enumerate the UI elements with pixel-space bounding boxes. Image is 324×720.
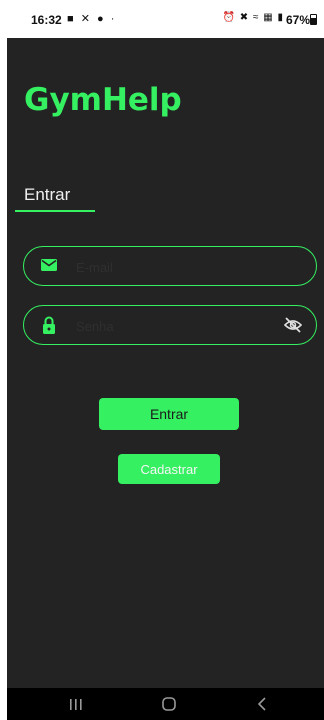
- signal-icon: ▮: [277, 12, 284, 23]
- home-icon[interactable]: [162, 697, 176, 711]
- alarm-icon: ⏰: [222, 12, 237, 23]
- tab-entrar[interactable]: Entrar: [24, 185, 70, 205]
- dot-icon: ·: [110, 13, 117, 25]
- notification-icon: ●: [97, 13, 106, 25]
- missed-call-icon: ✕: [80, 13, 92, 25]
- status-notification-icons: ■ ✕ ● ·: [67, 12, 116, 25]
- password-field[interactable]: [23, 305, 317, 345]
- system-nav-bar: [7, 688, 324, 720]
- password-input[interactable]: [74, 315, 268, 337]
- back-icon[interactable]: [257, 697, 267, 711]
- battery-level: 67%: [285, 13, 310, 27]
- mute-icon: ✖: [239, 12, 250, 23]
- app-title: GymHelp: [24, 82, 182, 118]
- recents-icon[interactable]: [69, 699, 83, 710]
- app-screen: 16:32 ■ ✕ ● · ⏰ ✖ ≈ ▦ ▮ 67% GymHelp Entr…: [7, 0, 324, 720]
- mail-icon: [41, 259, 57, 271]
- eye-off-icon[interactable]: [284, 317, 302, 333]
- register-button[interactable]: Cadastrar: [118, 454, 220, 484]
- login-button[interactable]: Entrar: [99, 398, 239, 430]
- lock-icon: [43, 316, 55, 334]
- email-input[interactable]: [74, 256, 268, 278]
- battery-icon: [310, 14, 317, 25]
- wifi-icon: ≈: [252, 12, 260, 23]
- chat-icon: ■: [67, 13, 76, 25]
- tab-indicator: [15, 210, 95, 212]
- status-system-icons: ⏰ ✖ ≈ ▦ ▮: [223, 12, 284, 23]
- status-bar: 16:32 ■ ✕ ● · ⏰ ✖ ≈ ▦ ▮ 67%: [7, 0, 324, 38]
- email-field[interactable]: [23, 246, 317, 286]
- volte-icon: ▦: [263, 12, 274, 23]
- status-time: 16:32: [31, 13, 62, 27]
